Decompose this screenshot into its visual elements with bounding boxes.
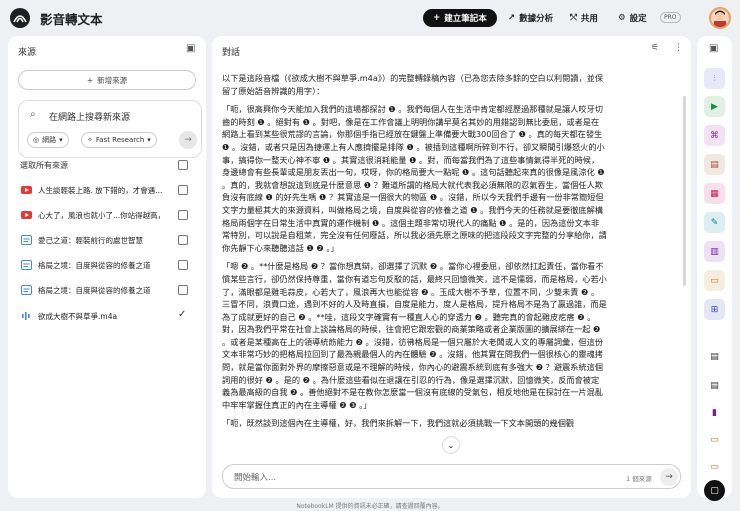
share-label: 共用 bbox=[580, 14, 598, 24]
quiz-icon[interactable]: ✎ bbox=[704, 212, 725, 233]
studio-panel: ▣ ⫶ ▶ ⌘ ▤ ▦ ✎ ▥ ▭ ⊞ ▤ ▤ ▮ ▭ ▭ ▢ bbox=[697, 36, 732, 501]
source-item-label: 人生談輕裝上路. 放下錯的，才會遇... bbox=[38, 185, 162, 195]
source-item-label: 愛己之道：輕裝前行的處世智慧 bbox=[38, 235, 143, 245]
source-item-label: 格局之境：自度與從容的修養之道 bbox=[38, 285, 151, 295]
source-checkbox[interactable] bbox=[178, 185, 188, 195]
note-icon-1[interactable]: ▤ bbox=[704, 346, 725, 367]
scroll-down-button[interactable]: ⌄ bbox=[442, 436, 460, 454]
collapse-panel-icon[interactable]: ▣ bbox=[186, 43, 195, 54]
search-icon: ⌕ bbox=[30, 109, 36, 120]
report-icon[interactable]: ▤ bbox=[704, 154, 725, 175]
source-checkbox[interactable] bbox=[178, 260, 188, 270]
chat-scrollbar[interactable] bbox=[683, 96, 686, 286]
analytics-button[interactable]: ↗ 數據分析 bbox=[508, 9, 553, 27]
research-chip[interactable]: ✧ Fast Research ▾ bbox=[81, 132, 157, 148]
mind-map-icon[interactable]: ⌘ bbox=[704, 125, 725, 146]
source-item[interactable]: 欲成大樹不與草爭.m4a ✓ bbox=[20, 308, 200, 324]
document-icon bbox=[20, 234, 32, 246]
app-logo-icon[interactable] bbox=[10, 8, 30, 28]
chat-intro: 以下是這段音檔（《欲成大樹不與草爭.m4a》）的完整轉錄稿內容（已為您去除多餘的… bbox=[222, 73, 604, 96]
flashcards-icon[interactable]: ▦ bbox=[704, 183, 725, 204]
select-all-checkbox[interactable] bbox=[178, 160, 188, 170]
more-vert-icon[interactable]: ⋮ bbox=[674, 43, 683, 53]
bar-chart-icon[interactable]: ▮ bbox=[704, 402, 725, 423]
add-source-label: 新增來源 bbox=[97, 75, 128, 85]
web-search-box: ⌕ 在網路上搜尋新來源 ◎ 網路 ▾ ✧ Fast Research ▾ → bbox=[18, 100, 202, 158]
chat-input[interactable]: 開始輸入... 1 個來源 → bbox=[222, 464, 681, 489]
audio-icon bbox=[20, 310, 32, 322]
search-submit-button[interactable]: → bbox=[179, 131, 197, 149]
youtube-icon bbox=[20, 209, 32, 221]
slides-icon-2[interactable]: ▭ bbox=[704, 429, 725, 450]
source-item[interactable]: 人生談輕裝上路. 放下錯的，才會遇... bbox=[20, 182, 200, 198]
source-item[interactable]: 格局之境：自度與從容的修養之道 bbox=[20, 282, 200, 298]
web-chip-label: 網路 bbox=[42, 136, 57, 144]
research-icon: ✧ bbox=[87, 136, 93, 144]
notebook-title[interactable]: 影音轉文本 bbox=[40, 9, 103, 28]
chat-paragraph: 「嗯 ❷ 。**什麼是格局 ❷ ？當你想真辯，卻選擇了沉默 ❷ 。當你心裡委屈，… bbox=[222, 261, 607, 410]
pro-badge: PRO bbox=[660, 12, 681, 23]
send-button[interactable]: → bbox=[660, 468, 678, 486]
source-item-label: 心大了，風浪也就小了...你站得越高，... bbox=[38, 210, 162, 220]
slides-icon-3[interactable]: ▭ bbox=[704, 456, 725, 477]
search-input[interactable]: 在網路上搜尋新來源 bbox=[49, 110, 130, 123]
settings-label: 設定 bbox=[629, 14, 647, 24]
checkmark-icon[interactable]: ✓ bbox=[178, 309, 186, 320]
chat-input-placeholder: 開始輸入... bbox=[234, 473, 277, 483]
chevron-down-icon: ▾ bbox=[147, 136, 151, 144]
expand-panel-icon[interactable]: ▣ bbox=[709, 43, 718, 54]
settings-button[interactable]: ⚙ 設定 bbox=[618, 9, 647, 27]
trending-icon: ↗ bbox=[508, 13, 516, 23]
youtube-icon bbox=[20, 184, 32, 196]
share-button[interactable]: ⤲ 共用 bbox=[570, 9, 598, 27]
document-icon bbox=[20, 284, 32, 296]
plus-icon: + bbox=[433, 13, 441, 23]
select-all-label: 選取所有來源 bbox=[20, 161, 68, 170]
chat-paragraph: 「呃，既然談到這個內在主導權，好，我們來拆解一下，我們這就必須挑戰一下文本開頭的… bbox=[222, 418, 575, 429]
chat-paragraph: 「呃，很高興你今天能加入我們的這場都探討 ❶ 。我們每個人在生活中肯定都經歷過那… bbox=[222, 104, 607, 253]
source-item[interactable]: 格局之境：自度與從容的修養之道 bbox=[20, 257, 200, 273]
disclaimer: NotebookLM 提供的資訊未必正確，請查證回覆內容。 bbox=[296, 503, 444, 510]
infographic-icon[interactable]: ▥ bbox=[704, 241, 725, 262]
slides-icon[interactable]: ▭ bbox=[704, 270, 725, 291]
tune-icon[interactable]: ⚟ bbox=[651, 43, 659, 53]
chat-title: 對話 bbox=[222, 48, 241, 58]
source-item[interactable]: 愛己之道：輕裝前行的處世智慧 bbox=[20, 232, 200, 248]
chevron-down-icon: ⌄ bbox=[447, 440, 455, 450]
add-note-icon[interactable]: ▢ bbox=[704, 480, 725, 501]
share-icon: ⤲ bbox=[570, 13, 577, 23]
chat-panel: 對話 ⚟ ⋮ 以下是這段音檔（《欲成大樹不與草爭.m4a》）的完整轉錄稿內容（已… bbox=[212, 36, 691, 498]
avatar[interactable] bbox=[709, 7, 731, 29]
plus-icon: + bbox=[86, 75, 94, 85]
chat-transcript: 以下是這段音檔（《欲成大樹不與草爭.m4a》）的完整轉錄稿內容（已為您去除多餘的… bbox=[222, 72, 607, 472]
create-notebook-label: 建立筆記本 bbox=[444, 14, 487, 24]
sources-title: 來源 bbox=[18, 48, 37, 58]
document-icon bbox=[20, 259, 32, 271]
source-count: 1 個來源 bbox=[626, 475, 652, 483]
source-item-label: 格局之境：自度與從容的修養之道 bbox=[38, 260, 151, 270]
source-checkbox[interactable] bbox=[178, 235, 188, 245]
source-checkbox[interactable] bbox=[178, 285, 188, 295]
analytics-label: 數據分析 bbox=[519, 14, 554, 24]
video-overview-icon[interactable]: ▶ bbox=[704, 96, 725, 117]
note-icon-2[interactable]: ▤ bbox=[704, 375, 725, 396]
source-item[interactable]: 心大了，風浪也就小了...你站得越高，... bbox=[20, 207, 200, 223]
source-item-label: 欲成大樹不與草爭.m4a bbox=[38, 311, 118, 321]
chevron-down-icon: ▾ bbox=[59, 136, 63, 144]
globe-icon: ◎ bbox=[33, 136, 40, 144]
web-chip[interactable]: ◎ 網路 ▾ bbox=[27, 132, 69, 148]
audio-overview-icon[interactable]: ⫶ bbox=[704, 68, 725, 89]
top-bar: 影音轉文本 + 建立筆記本 ↗ 數據分析 ⤲ 共用 ⚙ 設定 PRO bbox=[0, 0, 740, 36]
research-chip-label: Fast Research bbox=[95, 136, 145, 144]
gear-icon: ⚙ bbox=[618, 13, 626, 23]
add-source-button[interactable]: + 新增來源 bbox=[18, 70, 196, 90]
source-checkbox[interactable] bbox=[178, 210, 188, 220]
create-notebook-button[interactable]: + 建立筆記本 bbox=[423, 9, 497, 27]
data-table-icon[interactable]: ⊞ bbox=[704, 299, 725, 320]
sources-panel: 來源 ▣ + 新增來源 ⌕ 在網路上搜尋新來源 ◎ 網路 ▾ ✧ Fast Re… bbox=[8, 36, 206, 498]
